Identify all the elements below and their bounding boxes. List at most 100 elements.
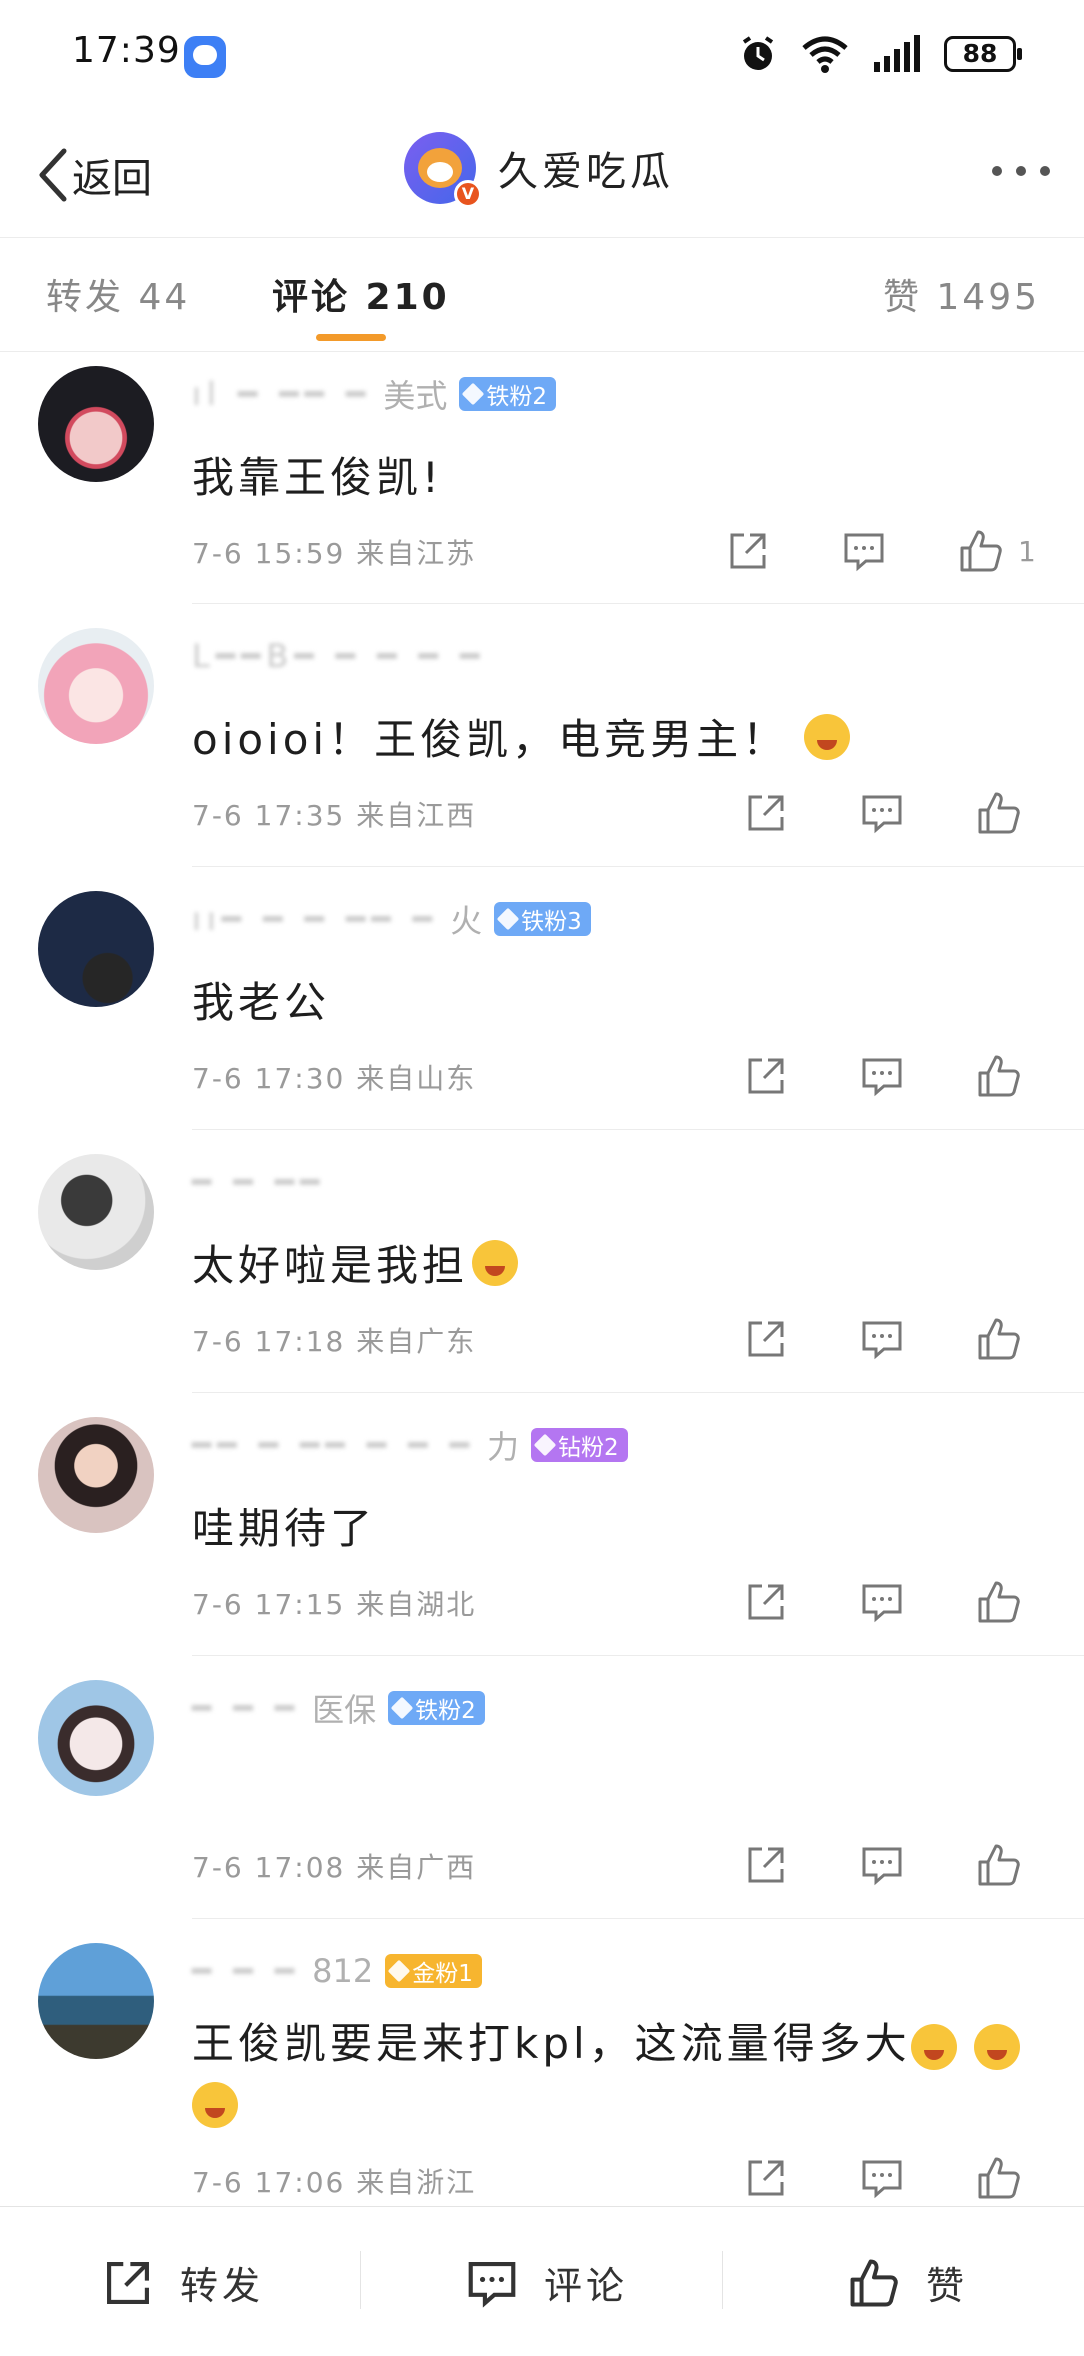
share-icon[interactable] [744, 791, 788, 835]
thumb-up-icon[interactable] [958, 528, 1004, 574]
comment-item: ıı━ ━ ━ ━━ ━ 火 铁粉3 我老公 7-6 17:30 来自山东 [0, 867, 1084, 1129]
forward-label: 转发 [180, 2264, 265, 2308]
comment-icon[interactable] [842, 529, 886, 573]
username-blurred: ━ ━ ━ [192, 1689, 301, 1727]
thumb-up-icon[interactable] [976, 2155, 1022, 2201]
thumb-up-icon[interactable] [976, 1579, 1022, 1625]
comment-icon[interactable] [860, 2156, 904, 2200]
account-avatar[interactable]: V [404, 132, 482, 208]
username[interactable]: ━ ━ ━ 医保 铁粉2 [192, 1688, 485, 1729]
avatar[interactable] [38, 1680, 154, 1796]
comment-item: L━━B━ ━ ━ ━ ━ oioioi！王俊凯，电竞男主！ 7-6 17:35… [0, 604, 1084, 866]
thumb-up-icon[interactable] [976, 1316, 1022, 1362]
comment-item: ━ ━ ━ 医保 铁粉2 7-6 17:08 来自广西 [0, 1656, 1084, 1918]
username[interactable]: ━━ ━ ━━ ━ ━ ━ 力 钻粉2 [192, 1425, 628, 1466]
fan-badge[interactable]: 铁粉2 [459, 377, 557, 411]
fan-badge[interactable]: 铁粉2 [388, 1691, 485, 1725]
alarm-icon [742, 36, 774, 70]
message-notification-icon [184, 36, 226, 78]
comment-label: 评论 [544, 2264, 629, 2308]
thumb-up-icon[interactable] [976, 1053, 1022, 1099]
share-icon[interactable] [744, 2156, 788, 2200]
username-suffix: 力 [486, 1428, 519, 1466]
status-icons: 88 [738, 34, 1022, 74]
tab-forward[interactable]: 转发 44 [46, 268, 190, 320]
avatar[interactable] [38, 366, 154, 482]
username-blurred: L━━B━ ━ ━ ━ ━ [192, 637, 486, 675]
account-header[interactable]: V 久爱吃瓜 [404, 132, 674, 208]
emoji-icon [192, 2081, 238, 2128]
avatar[interactable] [38, 1943, 154, 2059]
forward-button[interactable]: 转发 [102, 2255, 264, 2310]
comment-button[interactable]: 评论 [466, 2255, 628, 2310]
share-icon [107, 2261, 149, 2304]
account-name[interactable]: 久爱吃瓜 [498, 139, 674, 197]
fan-badge-label: 铁粉3 [521, 909, 582, 935]
status-time: 17:39 [72, 30, 181, 71]
comment-icon[interactable] [860, 1843, 904, 1887]
fan-badge[interactable]: 钻粉2 [531, 1428, 628, 1462]
comment-item: ━━ ━ ━━ ━ ━ ━ 力 钻粉2 哇期待了 7-6 17:15 来自湖北 [0, 1393, 1084, 1655]
divider [722, 2251, 723, 2309]
share-icon[interactable] [744, 1054, 788, 1098]
thumb-up-icon[interactable] [976, 790, 1022, 836]
comment-text-content: 太好啦是我担 [192, 1241, 469, 1290]
comment-actions [744, 2153, 1022, 2203]
tab-comment[interactable]: 评论 210 [272, 268, 450, 320]
avatar[interactable] [38, 1154, 154, 1270]
like-label: 赞 [926, 2264, 969, 2308]
emoji-icon [910, 2023, 957, 2070]
comment-actions [744, 1577, 1022, 1627]
username-suffix: 医保 [312, 1691, 377, 1729]
tab-like[interactable]: 赞 1495 [883, 268, 1040, 320]
comment-meta: 7-6 17:06 来自浙江 [192, 2166, 477, 2199]
username[interactable]: ━ ━ ━ 812 金粉1 [192, 1951, 482, 1991]
avatar[interactable] [38, 891, 154, 1007]
like-button[interactable]: 赞 [848, 2255, 968, 2310]
comment-icon [468, 2261, 516, 2308]
fan-badge[interactable]: 金粉1 [385, 1954, 482, 1988]
tab-active-indicator [316, 334, 386, 341]
comment-actions: 1 [726, 526, 1036, 576]
comment-icon[interactable] [860, 1054, 904, 1098]
avatar[interactable] [38, 1417, 154, 1533]
share-icon[interactable] [726, 529, 770, 573]
comment-meta: 7-6 17:18 来自广东 [192, 1325, 477, 1358]
comment-meta: 7-6 17:08 来自广西 [192, 1851, 477, 1884]
username[interactable]: ıl ━ ━━ ━ 美式 铁粉2 [192, 374, 557, 415]
fan-badge-label: 铁粉2 [486, 384, 548, 410]
comment-icon[interactable] [860, 791, 904, 835]
status-bar: 17:39 88 [0, 0, 1084, 112]
comment-item: ━ ━ ━━ 太好啦是我担 7-6 17:18 来自广东 [0, 1130, 1084, 1392]
thumb-up-icon[interactable] [976, 1842, 1022, 1888]
emoji-icon [472, 1239, 519, 1286]
comment-meta: 7-6 15:59 来自江苏 [192, 537, 477, 570]
username[interactable]: ıı━ ━ ━ ━━ ━ 火 铁粉3 [192, 899, 591, 940]
back-button[interactable]: 返回 [36, 142, 152, 208]
avatar[interactable] [38, 628, 154, 744]
fan-badge-label: 金粉1 [412, 1961, 473, 1987]
username-blurred: ıl ━ ━━ ━ [192, 375, 372, 413]
more-icon[interactable] [992, 166, 1050, 176]
username[interactable]: L━━B━ ━ ━ ━ ━ [192, 636, 485, 676]
comment-meta: 7-6 17:15 来自湖北 [192, 1588, 477, 1621]
comment-meta: 7-6 17:35 来自江西 [192, 799, 477, 832]
comment-icon[interactable] [860, 1580, 904, 1624]
share-icon[interactable] [744, 1580, 788, 1624]
comment-text: 哇期待了 [192, 1504, 377, 1553]
wifi-icon [802, 36, 848, 73]
comment-text: 我老公 [192, 978, 331, 1027]
comment-actions [744, 1840, 1022, 1890]
share-icon[interactable] [744, 1317, 788, 1361]
comment-actions [744, 788, 1022, 838]
like-count: 1 [1018, 534, 1036, 568]
comment-actions [744, 1314, 1022, 1364]
emoji-icon [974, 2023, 1021, 2070]
username[interactable]: ━ ━ ━━ [192, 1162, 325, 1202]
comment-icon[interactable] [860, 1317, 904, 1361]
share-icon[interactable] [744, 1843, 788, 1887]
comment-item: ━ ━ ━ 812 金粉1 王俊凯要是来打kpl，这流量得多大 7-6 17:0… [0, 1919, 1084, 2206]
top-navigation: 返回 V 久爱吃瓜 [0, 112, 1084, 238]
fan-badge[interactable]: 铁粉3 [494, 902, 591, 936]
fan-badge-label: 钻粉2 [558, 1435, 619, 1461]
